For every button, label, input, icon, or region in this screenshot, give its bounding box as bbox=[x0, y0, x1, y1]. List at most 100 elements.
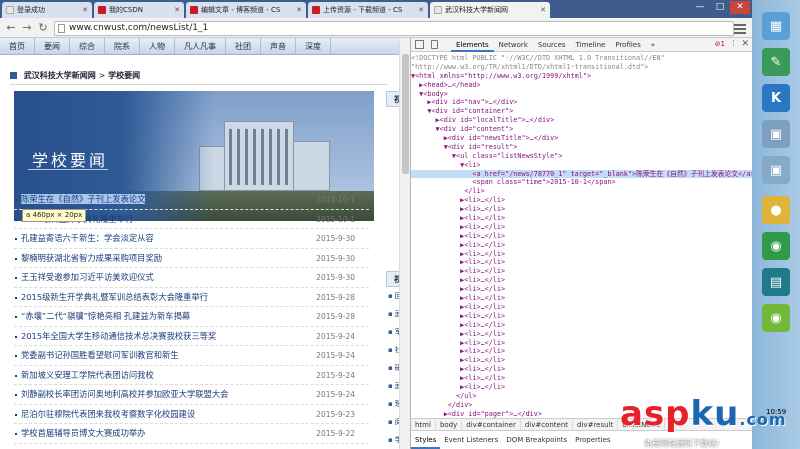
tab-more[interactable]: » bbox=[646, 38, 660, 52]
more-options-icon[interactable]: ⋮ bbox=[730, 39, 737, 47]
dom-node[interactable]: ▶<li>…</li> bbox=[411, 223, 753, 232]
forward-icon[interactable]: → bbox=[20, 21, 34, 35]
dom-node[interactable]: ▶<li>…</li> bbox=[411, 383, 753, 392]
dom-node[interactable]: ▶<li>…</li> bbox=[411, 205, 753, 214]
close-window-button[interactable]: ✕ bbox=[730, 1, 750, 14]
android-icon[interactable]: ◉ bbox=[762, 304, 790, 332]
browser-tab[interactable]: 我的CSDN ✕ bbox=[94, 2, 184, 18]
back-icon[interactable]: ← bbox=[4, 21, 18, 35]
tab-timeline[interactable]: Timeline bbox=[571, 38, 611, 52]
close-icon[interactable]: ✕ bbox=[296, 6, 302, 14]
tab-elements[interactable]: Elements bbox=[451, 38, 494, 52]
news-link[interactable]: 王玉祥受邀参加习近平访美欢迎仪式 bbox=[21, 272, 154, 282]
close-icon[interactable]: ✕ bbox=[174, 6, 180, 14]
dom-node[interactable]: ▼<body> bbox=[411, 90, 753, 99]
dom-node[interactable]: ▶<div id="localTitle">…</div> bbox=[411, 116, 753, 125]
tab-profiles[interactable]: Profiles bbox=[610, 38, 645, 52]
news-link[interactable]: 新加坡义安理工学院代表团访问我校 bbox=[21, 370, 154, 380]
dom-node[interactable]: ▶<li>…</li> bbox=[411, 276, 753, 285]
k-app-icon[interactable]: K bbox=[762, 84, 790, 112]
subtab-styles[interactable]: Styles bbox=[411, 431, 441, 449]
dom-node[interactable]: ▶<li>…</li> bbox=[411, 330, 753, 339]
close-icon[interactable]: ✕ bbox=[540, 6, 546, 14]
news-link[interactable]: 刘静副校长率团访问奥地利高校并参加欧亚大学联盟大会 bbox=[21, 389, 228, 399]
dom-node-selected[interactable]: <a href="/news/78770_1" target="_blank">… bbox=[411, 169, 753, 179]
dom-node[interactable]: ▼<div id="result"> bbox=[411, 143, 753, 152]
dom-node[interactable]: "http://www.w3.org/TR/xhtml1/DTD/xhtml1-… bbox=[411, 63, 753, 72]
close-devtools-icon[interactable]: ✕ bbox=[741, 39, 749, 49]
subtab-dom-breakpoints[interactable]: DOM Breakpoints bbox=[502, 431, 571, 449]
address-bar[interactable]: www.cnwust.com/newsList/1_1 bbox=[54, 21, 734, 36]
news-link[interactable]: 学校首届辅导员博文大赛成功举办 bbox=[21, 428, 145, 438]
scrollbar-thumb[interactable] bbox=[402, 54, 409, 174]
news-link[interactable]: 尼泊尔驻穆院代表团来我校考察数字化校园建设 bbox=[21, 409, 195, 419]
dom-node[interactable]: ▶<li>…</li> bbox=[411, 196, 753, 205]
reload-icon[interactable]: ↻ bbox=[36, 21, 50, 35]
dom-node[interactable]: ▶<head>…</head> bbox=[411, 81, 753, 90]
dom-node[interactable]: ▶<li>…</li> bbox=[411, 303, 753, 312]
browser-tab[interactable]: 编辑文章 - 博客频道 - CS ✕ bbox=[186, 2, 306, 18]
news-link[interactable]: 黎楠明获湖北省智力成果采购项目奖励 bbox=[21, 253, 162, 263]
nav-item[interactable]: 综合 bbox=[70, 38, 105, 54]
news-link[interactable]: 2015年全国大学生移动通信技术总决赛我校获三等奖 bbox=[21, 331, 216, 341]
news-link[interactable]: 党委副书记孙国胜看望慰问军训教官和新生 bbox=[21, 350, 179, 360]
dom-node[interactable]: <!DOCTYPE html PUBLIC "-//W3C//DTD XHTML… bbox=[411, 54, 753, 63]
dom-node[interactable]: ▶<li>…</li> bbox=[411, 258, 753, 267]
dom-breadcrumb-item[interactable]: div#container bbox=[462, 419, 521, 430]
maximize-button[interactable]: □ bbox=[710, 1, 730, 14]
browser-tab[interactable]: 上传资源 - 下载频道 - CS ✕ bbox=[308, 2, 428, 18]
page-scrollbar[interactable] bbox=[399, 38, 410, 449]
chrome-icon[interactable]: ● bbox=[762, 196, 790, 224]
dom-node[interactable]: ▶<li>…</li> bbox=[411, 339, 753, 348]
dom-node[interactable]: ▼<div id="container"> bbox=[411, 107, 753, 116]
dom-node[interactable]: ▶<li>…</li> bbox=[411, 232, 753, 241]
tablet-icon[interactable]: ▤ bbox=[762, 268, 790, 296]
picture-icon[interactable]: ▣ bbox=[762, 120, 790, 148]
dom-node[interactable]: ▶<li>…</li> bbox=[411, 267, 753, 276]
tab-sources[interactable]: Sources bbox=[533, 38, 571, 52]
menu-icon[interactable] bbox=[734, 22, 746, 34]
dom-node[interactable]: ▼<html xmlns="http://www.w3.org/1999/xht… bbox=[411, 72, 753, 81]
close-icon[interactable]: ✕ bbox=[418, 6, 424, 14]
close-icon[interactable]: ✕ bbox=[82, 6, 88, 14]
dom-node[interactable]: ▶<div id="newsTitle">…</div> bbox=[411, 134, 753, 143]
dom-breadcrumb-item[interactable]: div#result bbox=[573, 419, 619, 430]
nav-item[interactable]: 凡人凡事 bbox=[175, 38, 226, 54]
subtab-event-listeners[interactable]: Event Listeners bbox=[440, 431, 502, 449]
browser-tab-active[interactable]: 武汉科技大学新闻网 ✕ bbox=[430, 2, 550, 18]
dom-node[interactable]: ▶<div id="nav">…</div> bbox=[411, 98, 753, 107]
calendar-icon[interactable]: ▦ bbox=[762, 12, 790, 40]
nav-item[interactable]: 院系 bbox=[105, 38, 140, 54]
tab-network[interactable]: Network bbox=[494, 38, 533, 52]
dom-node[interactable]: ▶<li>…</li> bbox=[411, 374, 753, 383]
minimize-button[interactable]: — bbox=[690, 1, 710, 14]
picture-icon[interactable]: ▣ bbox=[762, 156, 790, 184]
news-link[interactable]: 陈荣生在《自然》子刊上发表论文 bbox=[21, 194, 146, 204]
dom-breadcrumb-item[interactable]: div#content bbox=[521, 419, 574, 430]
inspect-icon[interactable] bbox=[415, 40, 424, 49]
dom-node[interactable]: ▶<li>…</li> bbox=[411, 321, 753, 330]
dom-node[interactable]: ▶<li>…</li> bbox=[411, 285, 753, 294]
dom-node[interactable]: ▶<li>…</li> bbox=[411, 356, 753, 365]
dom-breadcrumb-item[interactable]: body bbox=[436, 419, 463, 430]
dom-node[interactable]: ▶<li>…</li> bbox=[411, 294, 753, 303]
dom-node[interactable]: </li> bbox=[411, 187, 753, 196]
dom-node[interactable]: <span class="time">2015-10-1</span> bbox=[411, 178, 753, 187]
breadcrumb-home[interactable]: 武汉科技大学新闻网 bbox=[24, 71, 96, 80]
dom-node[interactable]: ▶<li>…</li> bbox=[411, 347, 753, 356]
nav-item[interactable]: 首页 bbox=[0, 38, 35, 54]
dom-node[interactable]: ▼<li> bbox=[411, 161, 753, 170]
dom-node[interactable]: ▶<li>…</li> bbox=[411, 312, 753, 321]
device-icon[interactable] bbox=[431, 40, 438, 49]
dom-node[interactable]: ▼<ul class="listNewsStyle"> bbox=[411, 152, 753, 161]
news-link[interactable]: 2015级新生开学典礼暨军训总结表彰大会隆重举行 bbox=[21, 292, 208, 302]
dom-node[interactable]: ▶<li>…</li> bbox=[411, 214, 753, 223]
dom-node[interactable]: ▶<li>…</li> bbox=[411, 365, 753, 374]
nav-item[interactable]: 人物 bbox=[140, 38, 175, 54]
nav-item[interactable]: 社团 bbox=[226, 38, 261, 54]
android-icon[interactable]: ◉ bbox=[762, 232, 790, 260]
dom-breadcrumb-item[interactable]: html bbox=[411, 419, 436, 430]
subtab-properties[interactable]: Properties bbox=[571, 431, 614, 449]
nav-item[interactable]: 要闻 bbox=[35, 38, 70, 54]
nav-item[interactable]: 声音 bbox=[261, 38, 296, 54]
